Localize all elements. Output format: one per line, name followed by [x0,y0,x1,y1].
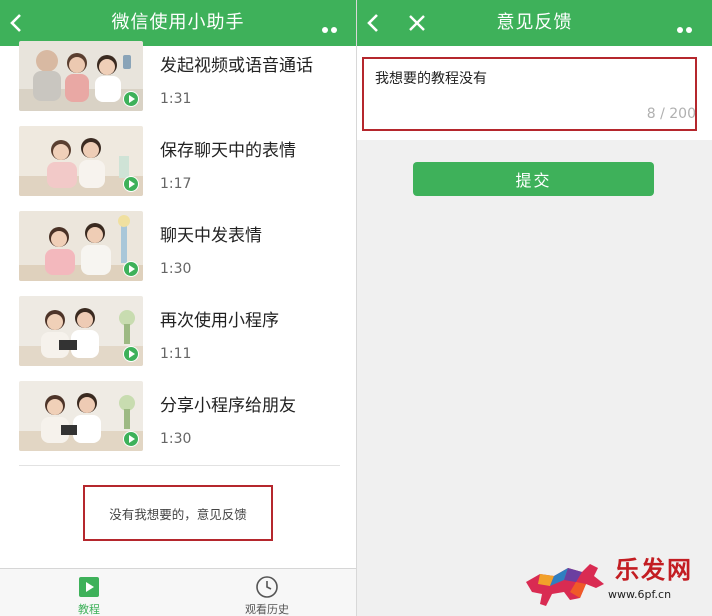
page-title: 微信使用小助手 [111,12,245,33]
tab-label: 观看历史 [245,603,289,616]
video-thumbnail [19,126,143,196]
watermark-text: 乐发网 [615,555,693,584]
tab-tutorial[interactable]: 教程 [0,569,178,616]
video-item[interactable]: 再次使用小程序 1:11 [0,296,356,386]
video-item[interactable]: 分享小程序给朋友 1:30 [0,381,356,471]
submit-button[interactable]: 提交 [413,162,654,196]
feedback-link[interactable]: 没有我想要的，意见反馈 [83,485,273,541]
play-badge-icon [123,261,139,277]
more-options-icon[interactable] [677,18,703,52]
feedback-textarea[interactable]: 我想要的教程没有 8 / 200 [357,46,712,140]
video-thumbnail [19,41,143,111]
feedback-screen: 意见反馈 我想要的教程没有 8 / 200 提交 [357,0,712,616]
play-badge-icon [123,91,139,107]
bottom-tabbar: 教程 观看历史 [0,568,356,616]
top-navbar: 意见反馈 [357,0,712,52]
video-thumbnail [19,381,143,451]
play-badge-icon [123,176,139,192]
tab-history[interactable]: 观看历史 [178,569,356,616]
video-item[interactable]: 聊天中发表情 1:30 [0,211,356,301]
video-duration: 1:30 [160,261,192,277]
more-options-icon[interactable] [322,18,348,52]
list-divider [19,465,340,466]
video-title: 发起视频或语音通话 [160,56,313,76]
clock-icon [256,576,278,598]
play-video-icon [79,577,99,597]
watermark-logo: 乐发网 www.6pf.cn [520,548,712,616]
video-duration: 1:17 [160,176,192,192]
video-item[interactable]: 发起视频或语音通话 1:31 [0,41,356,131]
play-badge-icon [123,431,139,447]
tab-label: 教程 [78,603,100,616]
video-title: 再次使用小程序 [160,311,279,331]
video-thumbnail [19,296,143,366]
video-duration: 1:31 [160,91,192,107]
video-item[interactable]: 保存聊天中的表情 1:17 [0,126,356,216]
feedback-text[interactable]: 我想要的教程没有 [375,68,487,88]
video-title: 聊天中发表情 [160,226,262,246]
video-title: 分享小程序给朋友 [160,396,296,416]
video-duration: 1:11 [160,346,192,362]
video-title: 保存聊天中的表情 [160,141,296,161]
video-duration: 1:30 [160,431,192,447]
play-badge-icon [123,346,139,362]
char-counter: 8 / 200 [646,106,696,122]
tutorial-list-screen: 微信使用小助手 发起视频或语音通话 1:31 保存聊天中的表情 1:17 聊天中… [0,0,356,616]
page-title: 意见反馈 [496,12,573,33]
watermark-url: www.6pf.cn [608,588,672,601]
bull-logo-icon [526,564,604,606]
video-thumbnail [19,211,143,281]
top-navbar: 微信使用小助手 [0,0,356,52]
